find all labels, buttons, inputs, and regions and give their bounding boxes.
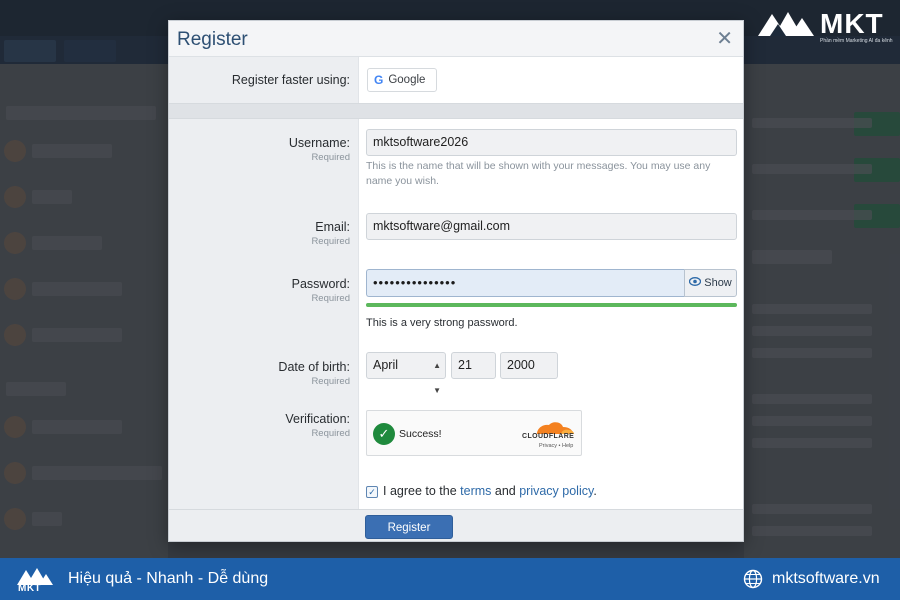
register-modal: Register ✕ Register faster using: G Goog… bbox=[168, 20, 744, 542]
email-label: Email: bbox=[315, 220, 350, 234]
google-icon: G bbox=[374, 73, 384, 87]
terms-link[interactable]: terms bbox=[460, 484, 491, 498]
register-button[interactable]: Register bbox=[365, 515, 453, 539]
email-input[interactable]: mktsoftware@gmail.com bbox=[366, 213, 737, 240]
brand-logo: MKT Phần mềm Marketing AI đa kênh bbox=[756, 6, 896, 46]
bottom-banner: MKT Hiệu quả - Nhanh - Dễ dùng mktsoftwa… bbox=[0, 558, 900, 600]
email-required: Required bbox=[311, 236, 350, 247]
verification-required: Required bbox=[311, 428, 350, 439]
website-link[interactable]: mktsoftware.vn bbox=[772, 570, 880, 588]
dob-required: Required bbox=[311, 376, 350, 387]
password-strength-text: This is a very strong password. bbox=[366, 317, 518, 329]
username-required: Required bbox=[311, 152, 350, 163]
success-check-icon: ✓ bbox=[373, 423, 395, 445]
agree-label: I agree to the terms and privacy policy. bbox=[383, 484, 597, 498]
brand-subtitle: Phần mềm Marketing AI đa kênh bbox=[820, 38, 893, 44]
show-password-button[interactable]: Show bbox=[684, 269, 737, 297]
select-arrows-icon: ▲ ▼ bbox=[433, 361, 441, 395]
password-label: Password: bbox=[291, 277, 350, 291]
privacy-policy-link[interactable]: privacy policy bbox=[519, 484, 593, 498]
captcha-status: Success! bbox=[399, 428, 442, 440]
password-strength-meter bbox=[366, 303, 737, 307]
modal-header: Register ✕ bbox=[169, 21, 743, 57]
eye-icon bbox=[689, 277, 702, 289]
dob-label: Date of birth: bbox=[278, 360, 350, 374]
register-form: Username: Required Email: Required Passw… bbox=[169, 119, 743, 509]
modal-footer: Register bbox=[169, 509, 743, 541]
tagline: Hiệu quả - Nhanh - Dễ dùng bbox=[68, 570, 269, 587]
show-password-label: Show bbox=[704, 277, 732, 289]
dob-month-value: April bbox=[373, 358, 399, 372]
modal-title: Register bbox=[177, 29, 248, 50]
register-faster-row: Register faster using: G Google bbox=[169, 57, 743, 103]
password-input[interactable]: ••••••••••••••• bbox=[366, 269, 684, 297]
username-input[interactable]: mktsoftware2026 bbox=[366, 129, 737, 156]
dob-day-input[interactable]: 21 bbox=[451, 352, 496, 379]
brand-name: MKT bbox=[820, 8, 884, 39]
google-button-label: Google bbox=[388, 74, 426, 86]
form-label-column: Username: Required Email: Required Passw… bbox=[169, 119, 359, 509]
cloudflare-captcha[interactable]: ✓ Success! CLOUDFLARE Privacy • Help bbox=[366, 410, 582, 456]
password-strength-fill bbox=[366, 303, 737, 307]
username-label: Username: bbox=[288, 136, 350, 150]
cloudflare-brand: CLOUDFLARE bbox=[522, 433, 575, 440]
section-divider bbox=[169, 103, 743, 119]
close-icon[interactable]: ✕ bbox=[716, 27, 733, 51]
password-required: Required bbox=[311, 293, 350, 304]
globe-icon bbox=[743, 569, 763, 589]
verification-label: Verification: bbox=[285, 412, 350, 426]
register-faster-label: Register faster using: bbox=[231, 73, 350, 87]
captcha-links[interactable]: Privacy • Help bbox=[539, 443, 573, 449]
mkt-mountain-icon bbox=[758, 12, 814, 36]
dob-year-input[interactable]: 2000 bbox=[500, 352, 558, 379]
dob-month-select[interactable]: April ▲ ▼ bbox=[366, 352, 446, 395]
agree-checkbox[interactable]: ✓ bbox=[366, 486, 378, 498]
bottom-logo-text: MKT bbox=[18, 583, 42, 594]
username-hint: This is the name that will be shown with… bbox=[366, 160, 711, 187]
google-login-button[interactable]: G Google bbox=[367, 68, 437, 92]
